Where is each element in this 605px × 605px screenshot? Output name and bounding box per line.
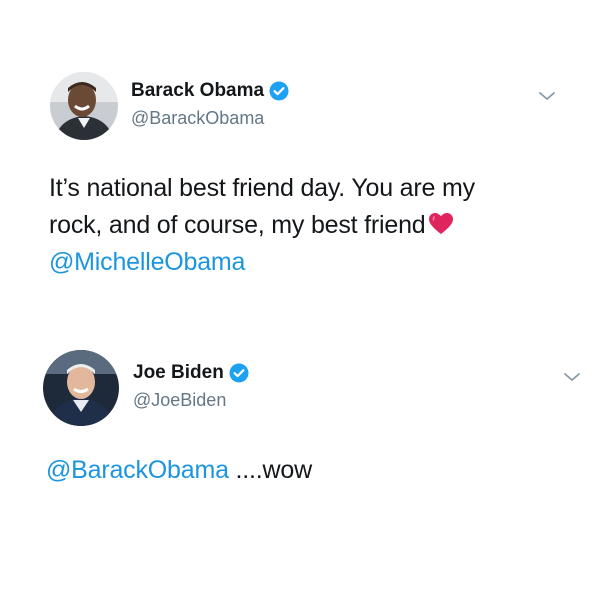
- avatar-obama[interactable]: [50, 72, 118, 140]
- tweet-body: @BarackObama ....wow: [46, 452, 566, 489]
- author-handle[interactable]: @JoeBiden: [133, 390, 226, 411]
- tweet-text-line-2: rock, and of course, my best friend: [49, 207, 569, 244]
- tweet-biden: Joe Biden @JoeBiden @BarackObama ....wow: [0, 320, 605, 605]
- mention-link[interactable]: @BarackObama: [46, 456, 229, 484]
- verified-badge-icon: [269, 81, 289, 101]
- author-name-row: Joe Biden: [133, 362, 249, 384]
- mention-link[interactable]: @MichelleObama: [49, 244, 569, 281]
- verified-badge-icon: [229, 363, 249, 383]
- tweet-body: It’s national best friend day. You are m…: [49, 170, 569, 281]
- chevron-down-icon[interactable]: [563, 370, 581, 382]
- avatar-biden[interactable]: [43, 350, 119, 426]
- author-handle[interactable]: @BarackObama: [131, 108, 264, 129]
- chevron-down-icon[interactable]: [538, 89, 556, 101]
- red-heart-icon: [428, 210, 454, 234]
- author-name[interactable]: Joe Biden: [133, 362, 224, 384]
- tweet-text: ....wow: [228, 456, 313, 484]
- tweet-obama: Barack Obama @BarackObama It’s national …: [0, 0, 605, 320]
- author-name-row: Barack Obama: [131, 80, 289, 102]
- tweet-text-line-1: It’s national best friend day. You are m…: [49, 174, 475, 202]
- tweet-text-line-2-text: rock, and of course, my best friend: [49, 211, 426, 239]
- author-name[interactable]: Barack Obama: [131, 80, 264, 102]
